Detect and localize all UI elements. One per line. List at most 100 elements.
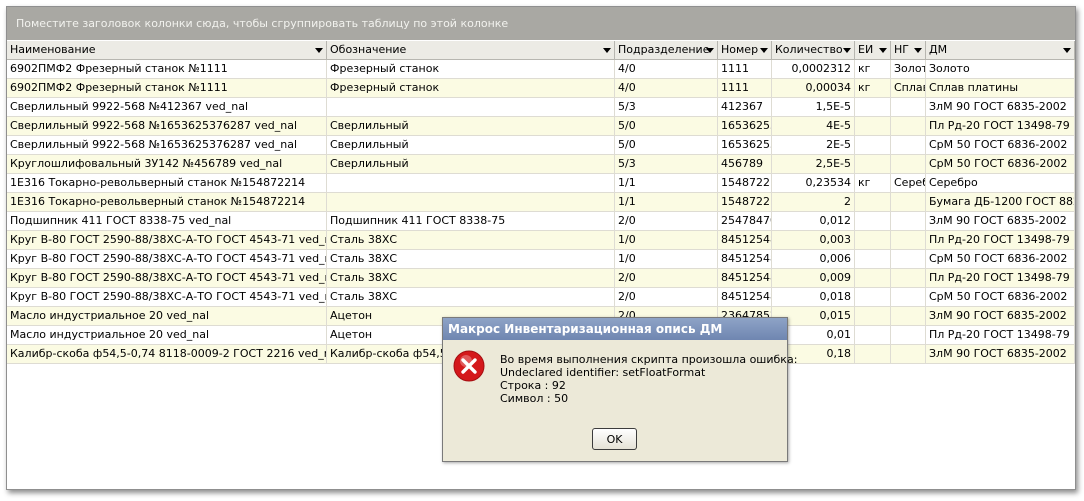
- cell-ng[interactable]: [891, 155, 926, 173]
- cell-unit[interactable]: кг: [855, 60, 891, 78]
- cell-ng[interactable]: [891, 117, 926, 135]
- cell-division[interactable]: 5/0: [615, 136, 718, 154]
- table-row[interactable]: Круглошлифовальный 3У142 №456789 ved_nal…: [7, 155, 1075, 174]
- cell-number[interactable]: 1111: [718, 60, 772, 78]
- cell-ng[interactable]: [891, 326, 926, 344]
- cell-designation[interactable]: Сталь 38ХС: [327, 231, 615, 249]
- cell-division[interactable]: 2/0: [615, 269, 718, 287]
- group-by-panel[interactable]: Поместите заголовок колонки сюда, чтобы …: [7, 7, 1075, 40]
- cell-name[interactable]: Круг В-80 ГОСТ 2590-88/38ХС-А-ТО ГОСТ 45…: [7, 288, 327, 306]
- cell-dm[interactable]: Золото: [926, 60, 1075, 78]
- cell-dm[interactable]: Серебро: [926, 174, 1075, 192]
- cell-dm[interactable]: ЗлМ 90 ГОСТ 6835-2002: [926, 345, 1075, 363]
- cell-designation[interactable]: Фрезерный станок: [327, 60, 615, 78]
- cell-ng[interactable]: [891, 288, 926, 306]
- dropdown-arrow-icon[interactable]: [879, 48, 887, 53]
- cell-designation[interactable]: Сталь 38ХС: [327, 288, 615, 306]
- column-header-number[interactable]: Номер: [718, 41, 772, 59]
- cell-quantity[interactable]: 2E-5: [772, 136, 855, 154]
- cell-unit[interactable]: кг: [855, 79, 891, 97]
- cell-ng[interactable]: [891, 193, 926, 211]
- cell-quantity[interactable]: 0,018: [772, 288, 855, 306]
- cell-division[interactable]: 1/0: [615, 231, 718, 249]
- cell-name[interactable]: Сверлильный 9922-568 №412367 ved_nal: [7, 98, 327, 116]
- cell-designation[interactable]: [327, 98, 615, 116]
- cell-division[interactable]: 1/0: [615, 250, 718, 268]
- cell-designation[interactable]: Сверлильный: [327, 117, 615, 135]
- cell-number[interactable]: 845125489: [718, 231, 772, 249]
- cell-dm[interactable]: ЗлМ 90 ГОСТ 6835-2002: [926, 307, 1075, 325]
- cell-quantity[interactable]: 0,003: [772, 231, 855, 249]
- cell-designation[interactable]: [327, 193, 615, 211]
- cell-division[interactable]: 4/0: [615, 79, 718, 97]
- column-header-division[interactable]: Подразделение: [615, 41, 718, 59]
- cell-name[interactable]: Круг В-80 ГОСТ 2590-88/38ХС-А-ТО ГОСТ 45…: [7, 250, 327, 268]
- cell-designation[interactable]: Сталь 38ХС: [327, 250, 615, 268]
- cell-designation[interactable]: Сверлильный: [327, 136, 615, 154]
- dropdown-arrow-icon[interactable]: [1063, 48, 1071, 53]
- cell-quantity[interactable]: 2: [772, 193, 855, 211]
- cell-ng[interactable]: [891, 231, 926, 249]
- cell-dm[interactable]: СрМ 50 ГОСТ 6836-2002: [926, 288, 1075, 306]
- cell-division[interactable]: 1/1: [615, 174, 718, 192]
- table-row[interactable]: 6902ПМФ2 Фрезерный станок №1111 Фрезерный…: [7, 79, 1075, 98]
- cell-designation[interactable]: Фрезерный станок: [327, 79, 615, 97]
- dropdown-arrow-icon[interactable]: [706, 48, 714, 53]
- column-header-quantity[interactable]: Количество: [772, 41, 855, 59]
- cell-dm[interactable]: Бумага ДБ-1200 ГОСТ 8828-89: [926, 193, 1075, 211]
- cell-number[interactable]: 412367: [718, 98, 772, 116]
- cell-ng[interactable]: [891, 136, 926, 154]
- cell-unit[interactable]: [855, 193, 891, 211]
- cell-division[interactable]: 4/0: [615, 60, 718, 78]
- cell-name[interactable]: Сверлильный 9922-568 №1653625376287 ved_…: [7, 117, 327, 135]
- cell-number[interactable]: 845125489: [718, 269, 772, 287]
- cell-ng[interactable]: Сплав: [891, 79, 926, 97]
- column-header-designation[interactable]: Обозначение: [327, 41, 615, 59]
- cell-dm[interactable]: СрМ 50 ГОСТ 6836-2002: [926, 250, 1075, 268]
- dropdown-arrow-icon[interactable]: [914, 48, 922, 53]
- cell-division[interactable]: 2/0: [615, 288, 718, 306]
- table-row[interactable]: Круг В-80 ГОСТ 2590-88/38ХС-А-ТО ГОСТ 45…: [7, 269, 1075, 288]
- column-header-ng[interactable]: НГ: [891, 41, 926, 59]
- cell-division[interactable]: 5/3: [615, 98, 718, 116]
- cell-division[interactable]: 5/3: [615, 155, 718, 173]
- table-row[interactable]: Подшипник 411 ГОСТ 8338-75 ved_nal Подшип…: [7, 212, 1075, 231]
- cell-quantity[interactable]: 4E-5: [772, 117, 855, 135]
- table-row[interactable]: Круг В-80 ГОСТ 2590-88/38ХС-А-ТО ГОСТ 45…: [7, 231, 1075, 250]
- cell-number[interactable]: 154872214: [718, 174, 772, 192]
- table-row[interactable]: Круг В-80 ГОСТ 2590-88/38ХС-А-ТО ГОСТ 45…: [7, 288, 1075, 307]
- dropdown-arrow-icon[interactable]: [603, 48, 611, 53]
- dialog-title[interactable]: Макрос Инвентаризационная опись ДМ: [443, 318, 787, 340]
- cell-unit[interactable]: [855, 288, 891, 306]
- table-row[interactable]: 1Е316 Токарно-револьверный станок №15487…: [7, 193, 1075, 212]
- table-row[interactable]: Сверлильный 9922-568 №1653625376287 ved_…: [7, 117, 1075, 136]
- dropdown-arrow-icon[interactable]: [843, 48, 851, 53]
- cell-name[interactable]: Масло индустриальное 20 ved_nal: [7, 326, 327, 344]
- cell-unit[interactable]: [855, 231, 891, 249]
- cell-number[interactable]: 154872214: [718, 193, 772, 211]
- cell-quantity[interactable]: 0,012: [772, 212, 855, 230]
- cell-dm[interactable]: ЗлМ 90 ГОСТ 6835-2002: [926, 212, 1075, 230]
- column-header-unit[interactable]: ЕИ: [855, 41, 891, 59]
- cell-dm[interactable]: СрМ 50 ГОСТ 6836-2002: [926, 155, 1075, 173]
- cell-quantity[interactable]: 1,5E-5: [772, 98, 855, 116]
- cell-division[interactable]: 2/0: [615, 212, 718, 230]
- cell-name[interactable]: Круглошлифовальный 3У142 №456789 ved_nal: [7, 155, 327, 173]
- cell-designation[interactable]: Сверлильный: [327, 155, 615, 173]
- cell-ng[interactable]: [891, 250, 926, 268]
- cell-ng[interactable]: [891, 269, 926, 287]
- cell-quantity[interactable]: 2,5E-5: [772, 155, 855, 173]
- cell-name[interactable]: Масло индустриальное 20 ved_nal: [7, 307, 327, 325]
- cell-division[interactable]: 5/0: [615, 117, 718, 135]
- cell-unit[interactable]: [855, 117, 891, 135]
- dropdown-arrow-icon[interactable]: [315, 48, 323, 53]
- cell-dm[interactable]: СрМ 50 ГОСТ 6836-2002: [926, 136, 1075, 154]
- cell-ng[interactable]: [891, 212, 926, 230]
- cell-dm[interactable]: ЗлМ 90 ГОСТ 6835-2002: [926, 98, 1075, 116]
- cell-quantity[interactable]: 0,009: [772, 269, 855, 287]
- cell-dm[interactable]: Сплав платины: [926, 79, 1075, 97]
- cell-quantity[interactable]: 0,00034: [772, 79, 855, 97]
- cell-unit[interactable]: [855, 307, 891, 325]
- cell-number[interactable]: 845125489: [718, 288, 772, 306]
- table-row[interactable]: Сверлильный 9922-568 №1653625376287 ved_…: [7, 136, 1075, 155]
